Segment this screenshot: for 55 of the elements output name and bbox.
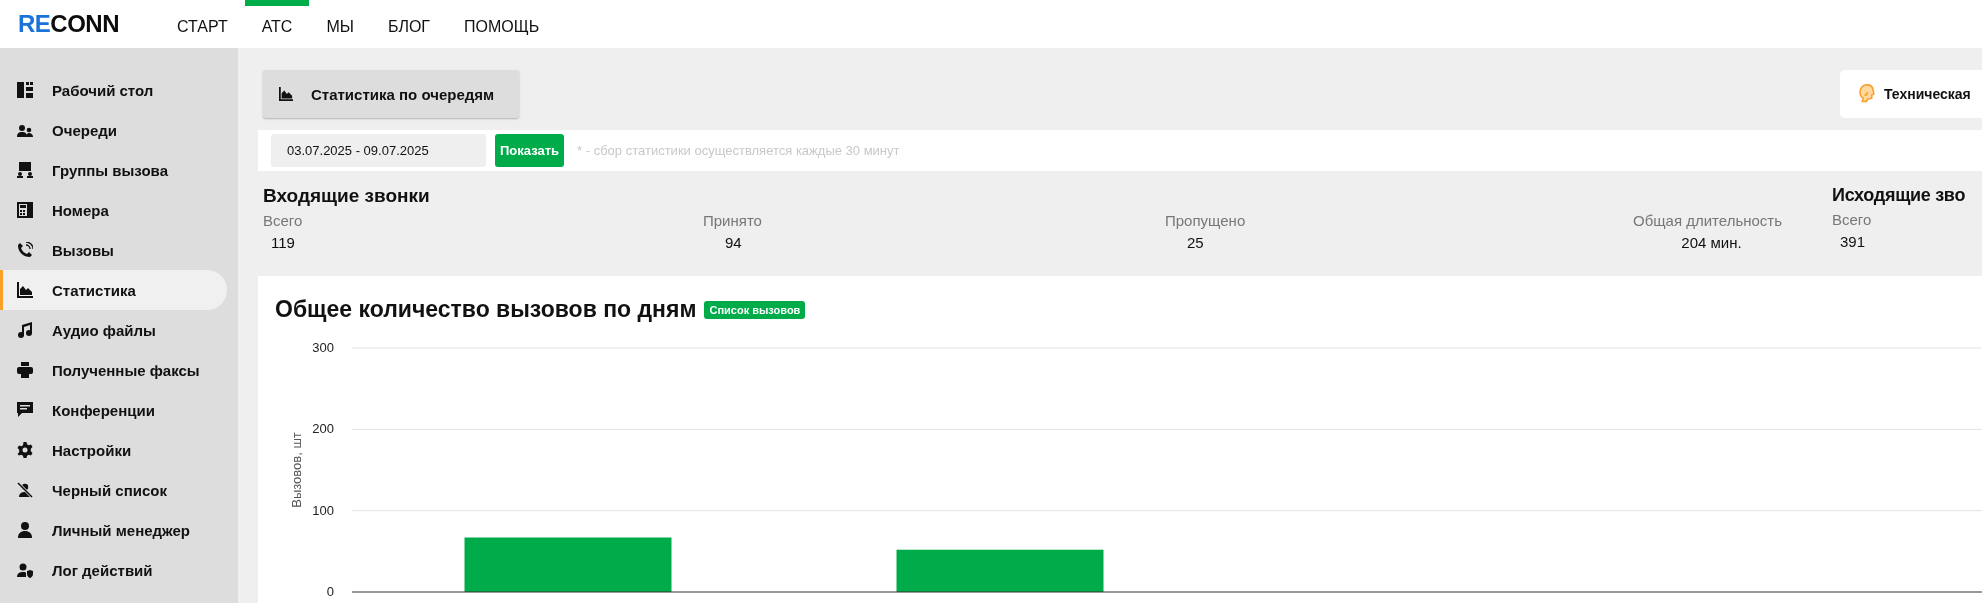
people-icon (17, 122, 33, 138)
calculator-icon (17, 202, 33, 218)
sidebar-item[interactable]: Личный менеджер (0, 510, 227, 550)
phone-icon (17, 242, 33, 258)
queue-stats-button[interactable]: Статистика по очередям (263, 70, 520, 118)
axis-tick-label: 200 (312, 421, 334, 437)
stat-label: Всего (263, 212, 303, 229)
nav-link[interactable]: СТАРТ (160, 0, 245, 48)
stat-value: 25 (1186, 234, 1204, 251)
stat-value: 391 (1839, 233, 1866, 250)
support-card[interactable]: Техническая (1840, 70, 1982, 118)
stat-label: Общая длительность (1632, 212, 1782, 229)
sidebar-item[interactable]: Группы вызова (0, 150, 227, 190)
axis-tick-label: 100 (312, 502, 334, 518)
date-range-field[interactable]: 03.07.2025 - 09.07.2025 (271, 134, 486, 167)
music-note-icon (17, 322, 33, 338)
stat-value: 119 (270, 234, 295, 251)
gear-icon (17, 442, 33, 458)
person-shield-icon (17, 562, 33, 578)
axis-tick-label: 0 (326, 584, 334, 598)
stat-label: Всего (1832, 211, 1872, 228)
axis-tick-label: 300 (312, 340, 334, 355)
sidebar-item[interactable]: Черный список (0, 470, 227, 510)
stat-value: 204 мин. (1680, 234, 1742, 251)
chart-title: Общее количество вызовов по дням (275, 296, 697, 323)
person-icon (17, 522, 33, 538)
sidebar-item[interactable]: Вызовы (0, 230, 227, 270)
stat-label: Принято (703, 212, 762, 229)
chat-icon (17, 402, 33, 418)
area-chart-icon (279, 87, 293, 101)
nav-link[interactable]: АТС (244, 0, 310, 48)
blocked-person-icon (17, 482, 33, 498)
head-profile-icon (1858, 83, 1876, 105)
y-axis-title: Вызовов, шт (289, 432, 304, 508)
sidebar-item[interactable]: Статистика (0, 270, 227, 310)
sidebar-item[interactable]: Очереди (0, 110, 227, 150)
stat-value: 94 (724, 234, 742, 251)
dashboard-icon (17, 82, 33, 98)
sidebar-item[interactable]: Настройки (0, 430, 227, 470)
sidebar-item[interactable]: Рабочий стол (0, 70, 227, 110)
sidebar-item[interactable]: Полученные факсы (0, 350, 227, 390)
printer-icon (17, 362, 33, 378)
sidebar-item[interactable]: Лог действий (0, 550, 227, 590)
sidebar-item[interactable]: Конференции (0, 390, 227, 430)
stat-label: Пропущено (1165, 212, 1246, 229)
nav-link[interactable]: ПОМОЩЬ (447, 0, 557, 48)
sidebar-item[interactable]: Аудио файлы (0, 310, 227, 350)
section-title: Исходящие зво (1832, 185, 1966, 206)
sidebar-item[interactable]: Номера (0, 190, 227, 230)
logo[interactable]: RECONN (18, 12, 160, 36)
group-icon (17, 162, 33, 178)
section-title: Входящие звонки (263, 185, 431, 207)
nav-link[interactable]: МЫ (309, 0, 371, 48)
nav-link[interactable]: БЛОГ (370, 0, 448, 48)
area-chart-icon (17, 282, 33, 298)
